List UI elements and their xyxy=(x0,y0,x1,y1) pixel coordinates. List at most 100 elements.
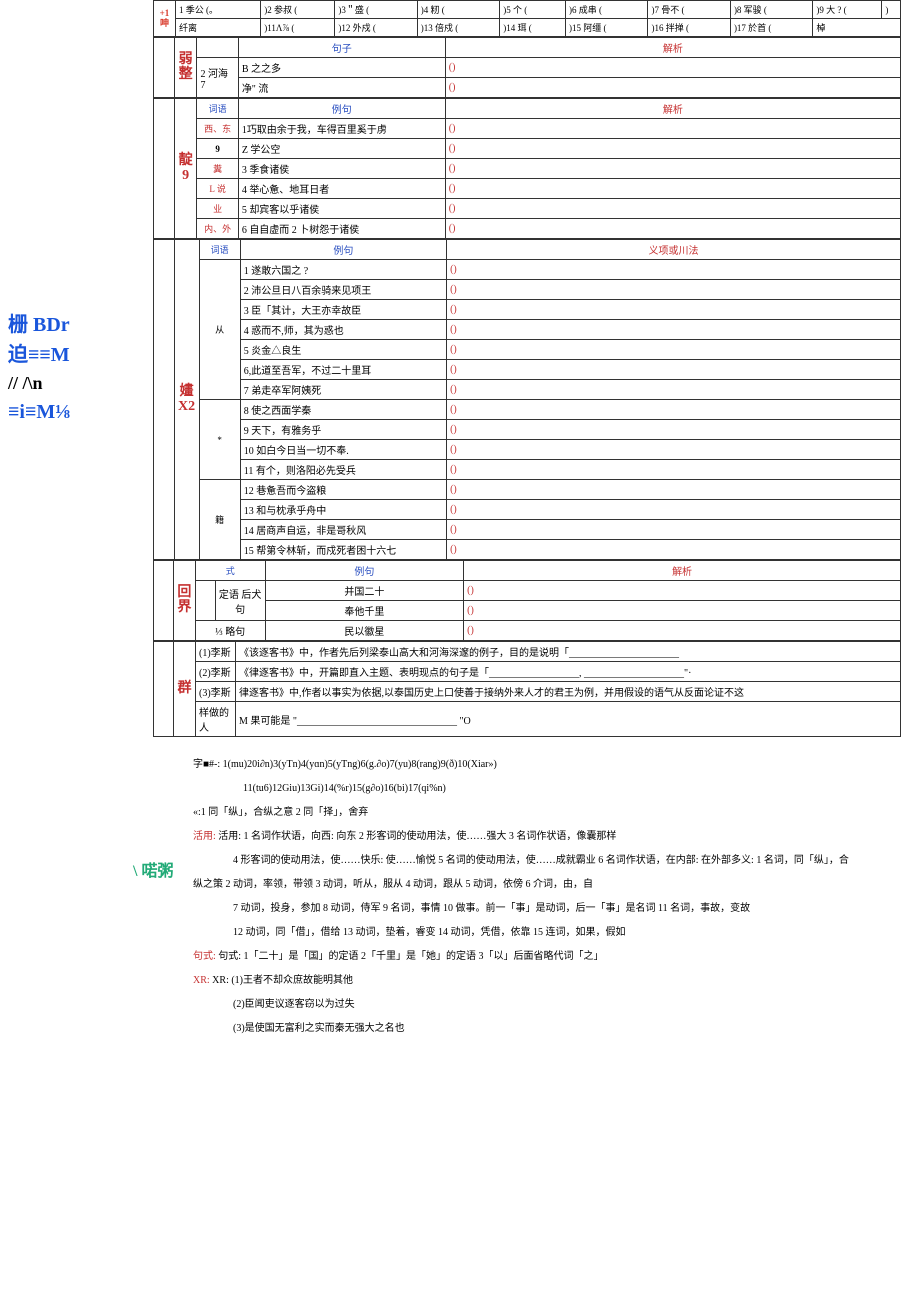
sec2-r2b: 净" 流 xyxy=(238,78,445,98)
s4g0r2b: 3 臣「其计，大王亦幸故臣 xyxy=(240,300,446,320)
s3r1b: Z 学公空 xyxy=(238,139,445,159)
s3r3b: 4 举心惫、地耳日者 xyxy=(238,179,445,199)
ans-l2: 11(tu6)12Giu)13Gi)14(%r)15(g∂o)16(bi)17(… xyxy=(193,777,861,801)
phon-2-4: )15 阿缰 ( xyxy=(566,19,648,37)
s4g1r0c: () xyxy=(447,400,901,420)
s4g0r4c: () xyxy=(447,340,901,360)
phon-1-6: )6 成串 ( xyxy=(566,1,648,19)
sec4-outer xyxy=(154,240,175,560)
sec6-r2t: 《律逐客书》中，开篇即直入主题、表明现点的句子是「_______________… xyxy=(236,662,901,682)
sec3-h3: 解析 xyxy=(445,99,900,119)
s4g1r3c: () xyxy=(447,460,901,480)
ans-l10-label: XR: xyxy=(193,975,212,986)
s4g0r3c: () xyxy=(447,320,901,340)
s4g1r0b: 8 使之西面学秦 xyxy=(240,400,446,420)
blank xyxy=(197,38,238,58)
side-icon: \ 喏粥 xyxy=(133,853,173,891)
s4g0r4b: 5 炎金△良生 xyxy=(240,340,446,360)
s4g1r2c: () xyxy=(447,440,901,460)
sec2-head: 弱整 xyxy=(174,38,197,98)
ans-l8: 12 动词，同「借」，借给 13 动词，垫着，睿变 14 动词，凭借，依靠 15… xyxy=(193,921,861,945)
s3r3c: () xyxy=(445,179,900,199)
s4g2r0c: () xyxy=(447,480,901,500)
phon-2-0: )11Λ⅞ ( xyxy=(261,19,335,37)
ans-l3: «:1 同「纵」，合纵之意 2 同「择」，舍弃 xyxy=(193,801,861,825)
sec5-r2b: () xyxy=(464,601,901,621)
ans-l9-label: 句式: xyxy=(193,951,218,962)
s3r5a: 内、外 xyxy=(197,219,238,239)
phon-1-10: ) xyxy=(882,1,901,19)
phon-2-7: 棹 xyxy=(813,19,901,37)
main-layout: 栅 BDr 迫≡≡M // /\n ≡i≡M⅛ +1呻 1 季公 (。 )2 参… xyxy=(0,0,920,737)
side-icon-text: 喏粥 xyxy=(141,863,173,880)
s3r4c: () xyxy=(445,199,900,219)
sec6-r1t: 《该逐客书》中，作者先后列梁泰山高大和河海深邃的例子，目的是说明「_______… xyxy=(236,642,901,662)
answers-block: \ 喏粥 字■#-: 1(mu)20i∂n)3(yTn)4(yɑn)5(yTng… xyxy=(153,737,901,1057)
left-line-4: ≡i≡M⅛ xyxy=(8,397,153,427)
sec3-head: 靛9 xyxy=(174,99,197,239)
phon-2-5: )16 拌掸 ( xyxy=(648,19,730,37)
s3r2b: 3 季食诸侯 xyxy=(238,159,445,179)
left-line-2: 迫≡≡M xyxy=(8,340,153,370)
s3r5b: 6 自自虚而 2 卜树怨于诸侯 xyxy=(238,219,445,239)
ans-l1: 字■#-: 1(mu)20i∂n)3(yTn)4(yɑn)5(yTng)6(g.… xyxy=(193,753,861,777)
ans-l11: (2)臣闻吏议逐客窃以为过失 xyxy=(193,993,861,1017)
s4g1r1b: 9 天下，有雅务乎 xyxy=(240,420,446,440)
s4g0r1b: 2 沛公旦日八百余骑来见项王 xyxy=(240,280,446,300)
sec6-r4: 样做的人 xyxy=(196,702,236,737)
sec5-g1a xyxy=(195,581,215,621)
sec4-h3: 义项或川法 xyxy=(447,240,901,260)
s4g1: * xyxy=(199,400,240,480)
s4g2r1c: () xyxy=(447,500,901,520)
s3r2a: 糞 xyxy=(197,159,238,179)
ans-l12: (3)是使国无富利之实而秦无强大之名也 xyxy=(193,1017,861,1041)
s4g1r3b: 11 有个，则洛阳必先受兵 xyxy=(240,460,446,480)
s4g0r1c: () xyxy=(447,280,901,300)
phon-1-8: )8 军骏 ( xyxy=(730,1,812,19)
s4g1r2b: 10 如白今日当一切不奉. xyxy=(240,440,446,460)
s4g2r3b: 15 帮第令林斩，而戍死者困十六七 xyxy=(240,540,446,560)
s4g2r1b: 13 和与枕承乎舟中 xyxy=(240,500,446,520)
phon-1-5: )5 个 ( xyxy=(500,1,566,19)
sec2-r1b: () xyxy=(445,58,900,78)
sec5-h2: 例句 xyxy=(265,561,464,581)
phon-1-9: )9 大 ? ( xyxy=(813,1,882,19)
sec4-head: 嫿X2 xyxy=(174,240,199,560)
sec5-h1: 式 xyxy=(195,561,265,581)
ans-l10: XR: (1)王者不却众庶故能明其他 xyxy=(212,975,353,986)
sec6-head: 群 xyxy=(174,642,196,737)
section-4: 嫿X2 词语 例句 义项或川法 从1 遂敢六国之 ?() 2 沛公旦日八百余骑来… xyxy=(153,239,901,560)
section-6: 群 (1)李斯 《该逐客书》中，作者先后列梁泰山高大和河海深邃的例子，目的是说明… xyxy=(153,641,901,737)
sec3-outer xyxy=(154,99,175,239)
sec5-r1b: () xyxy=(464,581,901,601)
ans-l7: 7 动词，投身，参加 8 动词，侍军 9 名词，事情 10 做事。前一「事」是动… xyxy=(193,897,861,921)
phon-1-7: )7 骨不 ( xyxy=(648,1,730,19)
section-3: 靛9 词语 例句 解析 西、东1巧取由余于我，车得百里奚于虏() 9Z 学公空(… xyxy=(153,98,901,239)
s4g1r1c: () xyxy=(447,420,901,440)
s3r3a: L 说 xyxy=(197,179,238,199)
sec5-g1: 定语 后犬句 xyxy=(215,581,265,621)
ans-l4: 活用: 1 名词作状语，向西: 向东 2 形客词的使动用法，使……强大 3 名词… xyxy=(218,831,616,842)
sec4-h1: 词语 xyxy=(199,240,240,260)
phon-2-1: )12 外戍 ( xyxy=(335,19,417,37)
sec2-r2a: 2 河海 7 xyxy=(197,58,238,98)
sec5-g2: ⅓ 略句 xyxy=(195,621,265,641)
sec6-outer xyxy=(154,642,174,737)
sec3-h2: 例句 xyxy=(238,99,445,119)
sec6-r3: (3)李斯 xyxy=(196,682,236,702)
phon-1-2: )2 参叔 ( xyxy=(261,1,335,19)
s3r4b: 5 却宾客以乎诸侯 xyxy=(238,199,445,219)
sec3-h1: 词语 xyxy=(197,99,238,119)
section-5: 回界 式 例句 解析 定语 后犬句 并国二十 () 奉他千里 () ⅓ 略句 民… xyxy=(153,560,901,641)
sec2-outer xyxy=(154,38,175,98)
s4g2r3c: () xyxy=(447,540,901,560)
sec5-r3b: () xyxy=(464,621,901,641)
s4g0r5c: () xyxy=(447,360,901,380)
sec6-r3t: 律逐客书》中,作者以事实为依据,以泰国历史上口使善于接纳外来人才的君王为例，并用… xyxy=(236,682,901,702)
sec6-r2: (2)李斯 xyxy=(196,662,236,682)
phon-1-4: )4 籾 ( xyxy=(417,1,499,19)
s3r0c: () xyxy=(445,119,900,139)
tables-column: +1呻 1 季公 (。 )2 参叔 ( )3＂盛 ( )4 籾 ( )5 个 (… xyxy=(153,0,901,737)
sec2-h2: 解析 xyxy=(445,38,900,58)
s3r2c: () xyxy=(445,159,900,179)
